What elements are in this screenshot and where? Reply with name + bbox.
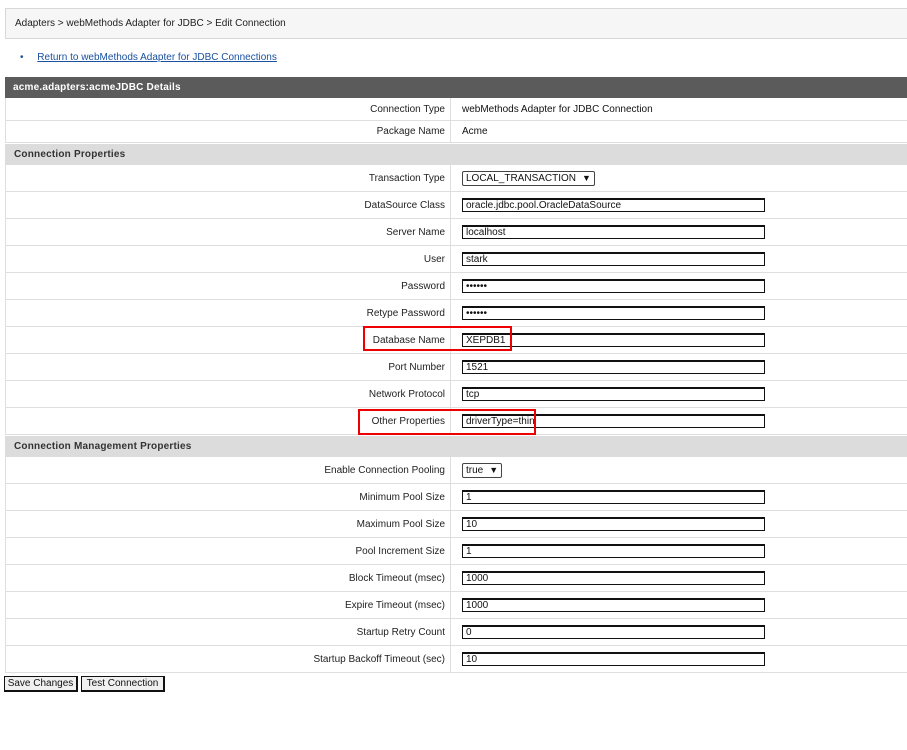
test-connection-button[interactable]: Test Connection (81, 676, 165, 692)
max-pool-row: Maximum Pool Size 10 (5, 511, 907, 538)
package-name-label: Package Name (6, 121, 451, 142)
max-pool-input[interactable]: 10 (462, 517, 765, 531)
user-row: User stark (5, 246, 907, 273)
startup-backoff-row: Startup Backoff Timeout (sec) 10 (5, 646, 907, 673)
chevron-down-icon: ▼ (582, 173, 591, 183)
return-link-item: • Return to webMethods Adapter for JDBC … (20, 52, 277, 63)
return-to-connections-link[interactable]: Return to webMethods Adapter for JDBC Co… (37, 52, 277, 63)
connection-type-label: Connection Type (6, 98, 451, 120)
password-input[interactable]: •••••• (462, 279, 765, 293)
pool-increment-label: Pool Increment Size (6, 538, 451, 564)
datasource-class-label: DataSource Class (6, 192, 451, 218)
password-row: Password •••••• (5, 273, 907, 300)
enable-pooling-label: Enable Connection Pooling (6, 457, 451, 483)
connection-type-row: Connection Type webMethods Adapter for J… (5, 98, 907, 121)
startup-backoff-label: Startup Backoff Timeout (sec) (6, 646, 451, 672)
port-number-input[interactable]: 1521 (462, 360, 765, 374)
port-number-row: Port Number 1521 (5, 354, 907, 381)
pool-increment-row: Pool Increment Size 1 (5, 538, 907, 565)
enable-pooling-select[interactable]: true ▼ (462, 462, 503, 478)
block-timeout-label: Block Timeout (msec) (6, 565, 451, 591)
min-pool-input[interactable]: 1 (462, 490, 765, 504)
database-name-highlight (363, 326, 512, 351)
enable-pooling-value: true (466, 464, 484, 476)
bullet-icon: • (20, 52, 24, 63)
transaction-type-row: Transaction Type LOCAL_TRANSACTION ▼ (5, 165, 907, 192)
startup-retry-input[interactable]: 0 (462, 625, 765, 639)
password-label: Password (6, 273, 451, 299)
block-timeout-row: Block Timeout (msec) 1000 (5, 565, 907, 592)
save-changes-button[interactable]: Save Changes (4, 676, 78, 692)
expire-timeout-row: Expire Timeout (msec) 1000 (5, 592, 907, 619)
breadcrumb: Adapters > webMethods Adapter for JDBC >… (5, 8, 907, 39)
user-label: User (6, 246, 451, 272)
chevron-down-icon: ▼ (489, 465, 499, 475)
network-protocol-row: Network Protocol tcp (5, 381, 907, 408)
server-name-label: Server Name (6, 219, 451, 245)
max-pool-label: Maximum Pool Size (6, 511, 451, 537)
connection-properties-header: Connection Properties (5, 144, 907, 165)
retype-password-input[interactable]: •••••• (462, 306, 765, 320)
other-properties-highlight (358, 409, 536, 435)
server-name-input[interactable]: localhost (462, 225, 765, 239)
expire-timeout-label: Expire Timeout (msec) (6, 592, 451, 618)
transaction-type-value: LOCAL_TRANSACTION (466, 172, 577, 184)
datasource-class-row: DataSource Class oracle.jdbc.pool.Oracle… (5, 192, 907, 219)
package-name-row: Package Name Acme (5, 121, 907, 143)
user-input[interactable]: stark (462, 252, 765, 266)
retype-password-label: Retype Password (6, 300, 451, 326)
pool-increment-input[interactable]: 1 (462, 544, 765, 558)
network-protocol-input[interactable]: tcp (462, 387, 765, 401)
package-name-value: Acme (462, 126, 488, 137)
min-pool-label: Minimum Pool Size (6, 484, 451, 510)
startup-retry-row: Startup Retry Count 0 (5, 619, 907, 646)
datasource-class-input[interactable]: oracle.jdbc.pool.OracleDataSource (462, 198, 765, 212)
startup-backoff-input[interactable]: 10 (462, 652, 765, 666)
enable-pooling-row: Enable Connection Pooling true ▼ (5, 457, 907, 484)
startup-retry-label: Startup Retry Count (6, 619, 451, 645)
min-pool-row: Minimum Pool Size 1 (5, 484, 907, 511)
transaction-type-select[interactable]: LOCAL_TRANSACTION ▼ (462, 170, 595, 186)
panel-title: acme.adapters:acmeJDBC Details (5, 77, 907, 98)
block-timeout-input[interactable]: 1000 (462, 571, 765, 585)
network-protocol-label: Network Protocol (6, 381, 451, 407)
expire-timeout-input[interactable]: 1000 (462, 598, 765, 612)
connection-type-value: webMethods Adapter for JDBC Connection (462, 103, 653, 115)
port-number-label: Port Number (6, 354, 451, 380)
server-name-row: Server Name localhost (5, 219, 907, 246)
transaction-type-label: Transaction Type (6, 165, 451, 191)
connection-management-header: Connection Management Properties (5, 436, 907, 457)
retype-password-row: Retype Password •••••• (5, 300, 907, 327)
